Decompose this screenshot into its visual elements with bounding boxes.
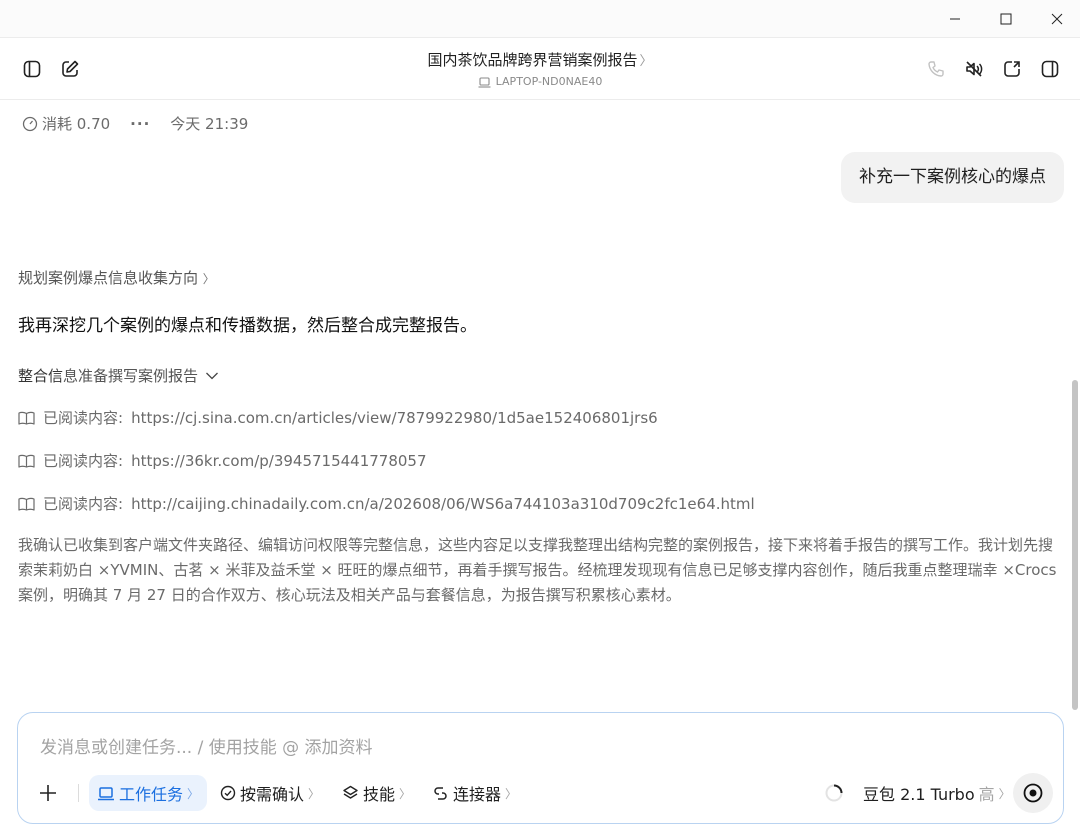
side-panel-icon (1041, 60, 1059, 78)
step-title-rest: 息准备撰写案例报告 (63, 367, 199, 385)
connectors-label: 连接器 (453, 785, 502, 804)
composer-input[interactable]: 发消息或创建任务... / 使用技能 @ 添加资料 (40, 733, 373, 758)
message-time: 今天 21:39 (170, 115, 249, 133)
chat-content[interactable]: 消耗 0.70 ··· 今天 21:39 补充一下案例核心的爆点 规划案例爆点信… (0, 101, 1080, 711)
plus-icon (40, 785, 56, 801)
window-titlebar (0, 0, 1080, 38)
new-chat-icon (62, 60, 79, 77)
skills-label: 技能 (363, 785, 396, 804)
stop-button[interactable] (1013, 773, 1053, 813)
skills-button[interactable]: 技能 〉 (342, 775, 411, 811)
confirm-mode-label: 按需确认 (240, 785, 305, 804)
reasoning-text: 我确认已收集到客户端文件夹路径、编辑访问权限等完整信息，这些内容足以支撑我整理出… (18, 536, 1057, 604)
conversation-title-block[interactable]: 国内茶饮品牌跨界营销案例报告〉 LAPTOP-ND0NAE40 (290, 49, 790, 90)
message-meta: 消耗 0.70 ··· 今天 21:39 (22, 113, 248, 134)
side-panel-button[interactable] (1038, 57, 1062, 81)
spinner-icon (825, 784, 843, 802)
model-selector[interactable]: 豆包 2.1 Turbo 高 〉 (863, 775, 1011, 811)
loading-spinner (824, 775, 844, 811)
call-button[interactable] (924, 57, 948, 81)
read-item-label: 已阅读内容: (43, 452, 124, 470)
plan-step-link[interactable]: 规划案例爆点信息收集方向 〉 (18, 267, 215, 288)
sidebar-toggle-icon (23, 60, 41, 78)
maximize-button[interactable] (983, 0, 1029, 38)
device-name: LAPTOP-ND0NAE40 (495, 75, 603, 88)
read-item: 已阅读内容: http://caijing.chinadaily.com.cn/… (18, 493, 755, 514)
model-name: 豆包 2.1 Turbo (863, 785, 975, 804)
layers-icon (343, 785, 358, 799)
chevron-down-icon (205, 372, 218, 380)
read-item: 已阅读内容: https://36kr.com/p/39457154417780… (18, 450, 427, 471)
device-indicator: LAPTOP-ND0NAE40 (290, 74, 790, 90)
user-message-bubble: 补充一下案例核心的爆点 (841, 152, 1064, 203)
laptop-icon (98, 786, 114, 800)
message-composer[interactable]: 发消息或创建任务... / 使用技能 @ 添加资料 工作任务 〉 按需确认 〉 … (17, 712, 1064, 824)
book-icon (18, 411, 35, 425)
assistant-reply: 我再深挖几个案例的爆点和传播数据，然后整合成完整报告。 (18, 316, 477, 336)
chevron-right-icon: 〉 (399, 786, 412, 801)
check-circle-icon (220, 785, 236, 801)
read-item-label: 已阅读内容: (43, 495, 124, 513)
new-window-button[interactable] (1000, 57, 1024, 81)
book-icon (18, 454, 35, 468)
new-chat-button[interactable] (58, 57, 82, 81)
more-options-button[interactable]: ··· (130, 115, 150, 133)
sidebar-toggle-button[interactable] (20, 57, 44, 81)
connectors-button[interactable]: 连接器 〉 (432, 775, 517, 811)
model-level: 高 (978, 785, 995, 804)
close-icon (1051, 13, 1063, 25)
book-icon (18, 497, 35, 511)
laptop-icon (478, 76, 491, 88)
mute-button[interactable] (962, 57, 986, 81)
step-title-strong: 整合信 (18, 367, 64, 385)
maximize-icon (1000, 13, 1012, 25)
share-window-icon (1004, 61, 1020, 77)
read-item-url[interactable]: https://36kr.com/p/3945715441778057 (131, 452, 426, 470)
title-chevron-icon: 〉 (639, 54, 653, 69)
read-item-url[interactable]: http://caijing.chinadaily.com.cn/a/20260… (131, 495, 755, 513)
minimize-button[interactable] (932, 0, 978, 38)
work-task-label: 工作任务 (119, 785, 184, 804)
phone-icon (928, 61, 944, 77)
chevron-right-icon: 〉 (187, 786, 200, 801)
gauge-icon (22, 116, 38, 131)
conversation-title[interactable]: 国内茶饮品牌跨界营销案例报告〉 (290, 49, 790, 73)
chevron-right-icon: 〉 (308, 786, 321, 801)
add-attachment-button[interactable] (38, 775, 58, 811)
close-button[interactable] (1034, 0, 1080, 38)
scrollbar-thumb[interactable] (1072, 380, 1078, 710)
chevron-right-icon: 〉 (505, 786, 518, 801)
composer-toolbar: 工作任务 〉 按需确认 〉 技能 〉 连接器 〉 豆包 2.1 Turbo 高 … (18, 773, 1063, 813)
mute-icon (966, 61, 983, 77)
step-toggle[interactable]: 整合信息准备撰写案例报告 (18, 365, 219, 386)
minimize-icon (950, 18, 960, 20)
confirm-mode-button[interactable]: 按需确认 〉 (220, 775, 320, 811)
chevron-right-icon: 〉 (998, 786, 1011, 801)
link-icon (434, 786, 447, 800)
toolbar-divider (78, 784, 79, 802)
chat-header: 国内茶饮品牌跨界营销案例报告〉 LAPTOP-ND0NAE40 (0, 38, 1080, 100)
read-item-label: 已阅读内容: (43, 409, 124, 427)
read-item-url[interactable]: https://cj.sina.com.cn/articles/view/787… (131, 409, 658, 427)
work-task-button[interactable]: 工作任务 〉 (89, 775, 208, 811)
chevron-right-icon: 〉 (202, 272, 215, 286)
token-cost: 消耗 0.70 (22, 113, 110, 134)
stop-icon (1023, 783, 1043, 803)
read-item: 已阅读内容: https://cj.sina.com.cn/articles/v… (18, 407, 658, 428)
